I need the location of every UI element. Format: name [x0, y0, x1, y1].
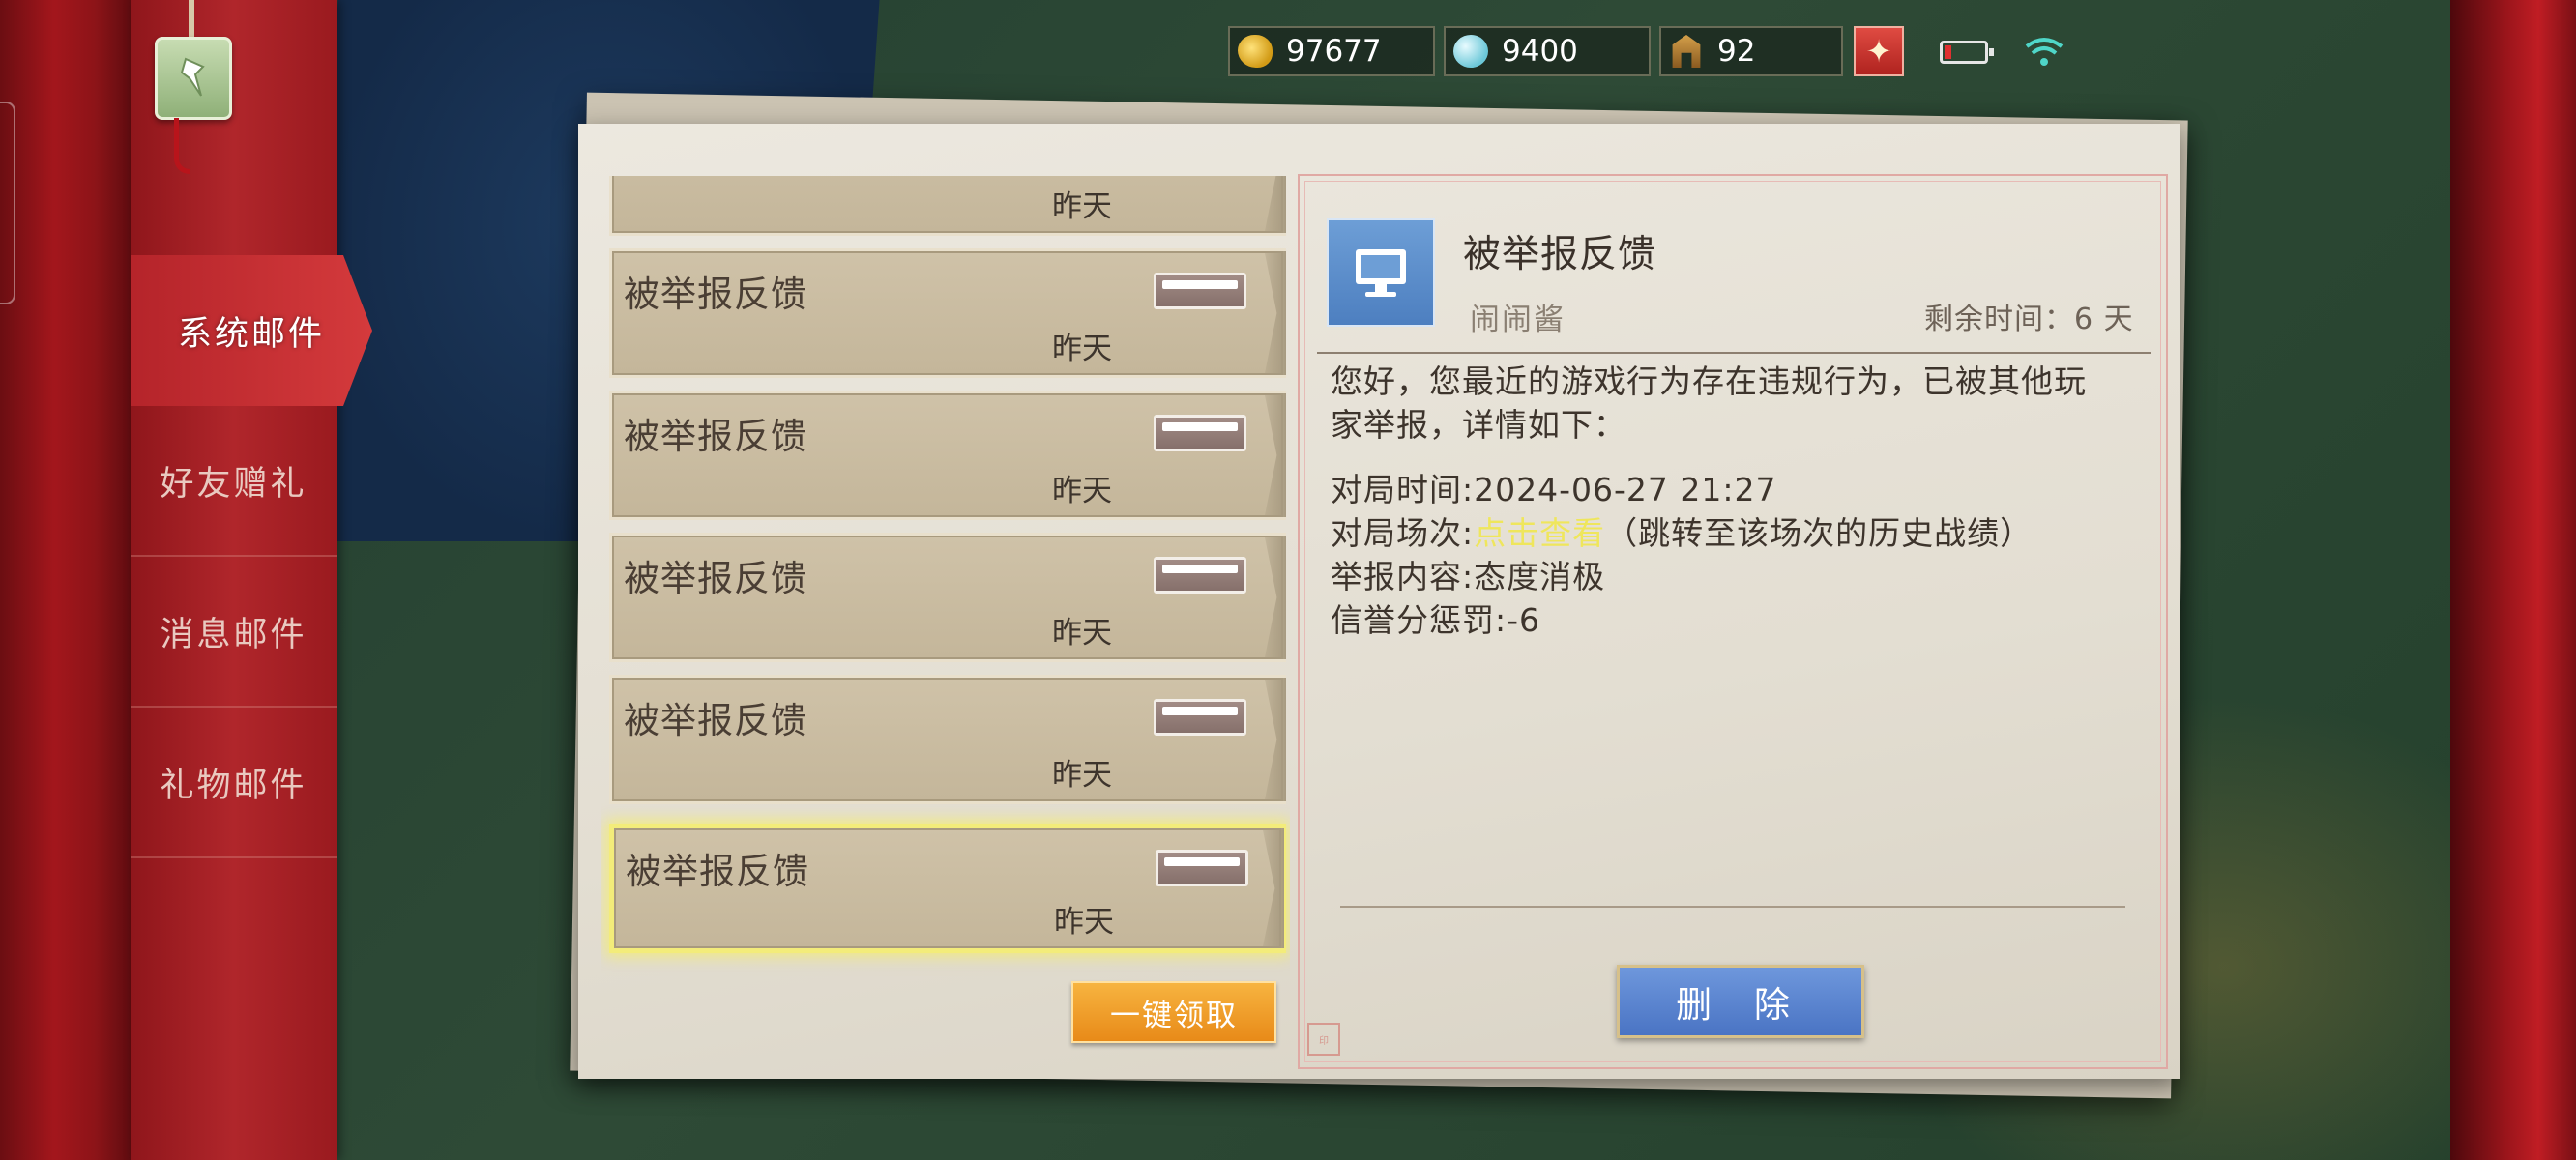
gem-value: 9400 — [1502, 34, 1578, 69]
match-time: 对局时间:2024-06-27 21:27 — [1331, 471, 1777, 508]
detail-body: 您好，您最近的游戏行为存在违规行为，已被其他玩 家举报，详情如下： 对局时间:2… — [1331, 360, 2152, 642]
mail-list[interactable]: 昨天 被举报反馈 昨天 被举报反馈 昨天 被举报反馈 昨天 被举报反馈 昨天 被… — [601, 176, 1290, 976]
gate-icon — [1672, 35, 1701, 68]
mail-list-item[interactable]: 昨天 — [609, 176, 1286, 236]
detail-bottom-divider — [1340, 906, 2125, 908]
envelope-icon — [1154, 415, 1246, 451]
sender-avatar — [1327, 218, 1435, 327]
detail-title: 被举报反馈 — [1463, 233, 1657, 276]
sparkle-icon: ✦ — [1865, 33, 1892, 70]
claim-all-button[interactable]: 一键领取 — [1071, 981, 1276, 1043]
view-match-link[interactable]: 点击查看 — [1474, 514, 1605, 552]
detail-remaining-time: 剩余时间：6 天 — [1924, 303, 2134, 336]
match-session: 对局场次:点击查看（跳转至该场次的历史战绩） — [1331, 511, 2152, 555]
gold-counter[interactable]: 97677 — [1228, 26, 1435, 76]
envelope-icon — [1154, 273, 1246, 309]
mail-date: 昨天 — [1052, 474, 1112, 508]
gold-value: 97677 — [1286, 34, 1382, 69]
logo-string — [189, 0, 194, 37]
gold-coin-icon — [1238, 35, 1273, 68]
computer-icon — [1356, 249, 1406, 297]
mail-list-item[interactable]: 被举报反馈 昨天 — [609, 248, 1286, 378]
body-line: 您好，您最近的游戏行为存在违规行为，已被其他玩 — [1331, 362, 2087, 400]
mail-date: 昨天 — [1054, 905, 1114, 940]
star-button[interactable]: ✦ — [1854, 26, 1904, 76]
tab-friend-gifts[interactable]: 好友赠礼 — [131, 406, 337, 557]
match-session-note: （跳转至该场次的历史战绩） — [1605, 514, 2034, 552]
curtain-left — [0, 0, 135, 1160]
mail-list-item-selected[interactable]: 被举报反馈 昨天 — [609, 824, 1286, 953]
mail-title: 被举报反馈 — [624, 700, 807, 741]
envelope-icon — [1156, 850, 1248, 886]
mail-title: 被举报反馈 — [624, 558, 807, 599]
mail-date: 昨天 — [1052, 332, 1112, 366]
detail-divider — [1317, 352, 2151, 354]
delete-button[interactable]: 删 除 — [1617, 965, 1864, 1038]
mail-list-item[interactable]: 被举报反馈 昨天 — [609, 533, 1286, 662]
curtain-right — [2450, 0, 2576, 1160]
tab-gift-mail[interactable]: 礼物邮件 — [131, 708, 337, 858]
gem-icon — [1453, 35, 1488, 68]
ticket-counter[interactable]: 92 — [1659, 26, 1843, 76]
mail-list-item[interactable]: 被举报反馈 昨天 — [609, 675, 1286, 804]
report-content: 举报内容:态度消极 — [1331, 558, 1606, 595]
envelope-icon — [1154, 557, 1246, 594]
back-button[interactable] — [155, 37, 232, 120]
mail-list-item[interactable]: 被举报反馈 昨天 — [609, 391, 1286, 520]
tab-message-mail[interactable]: 消息邮件 — [131, 557, 337, 708]
body-line: 家举报，详情如下： — [1331, 406, 1626, 444]
match-session-label: 对局场次: — [1331, 514, 1475, 552]
mail-date: 昨天 — [1052, 616, 1112, 651]
tassel-decoration — [174, 118, 190, 174]
mail-date: 昨天 — [1052, 189, 1112, 224]
mail-title: 被举报反馈 — [624, 416, 807, 457]
gem-counter[interactable]: 9400 — [1444, 26, 1651, 76]
mail-title: 被举报反馈 — [626, 851, 809, 892]
ticket-value: 92 — [1717, 34, 1756, 69]
mail-title: 被举报反馈 — [624, 274, 807, 315]
tab-system-mail[interactable]: 系统邮件 — [131, 255, 372, 406]
mail-date: 昨天 — [1052, 758, 1112, 793]
envelope-icon — [1154, 699, 1246, 736]
wifi-icon — [2023, 35, 2065, 68]
edge-handle[interactable] — [0, 102, 15, 304]
bird-icon — [180, 57, 205, 97]
battery-icon — [1940, 41, 1994, 64]
credit-penalty: 信誉分惩罚:-6 — [1331, 601, 1541, 639]
detail-sender: 闹闹酱 — [1470, 303, 1566, 337]
